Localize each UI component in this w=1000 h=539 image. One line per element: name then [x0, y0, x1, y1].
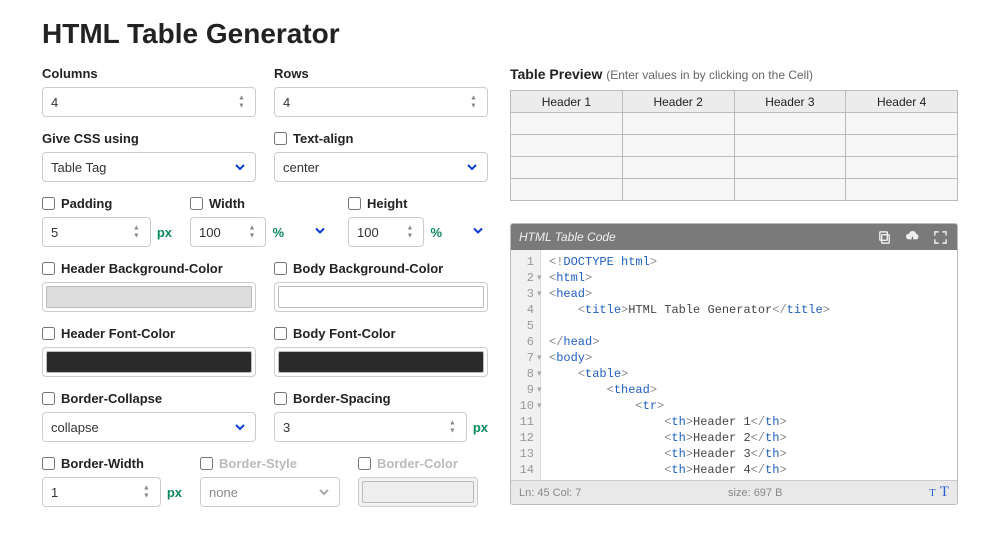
preview-header-cell[interactable]: Header 3 [734, 91, 846, 113]
bodyfont-label: Body Font-Color [293, 326, 396, 341]
file-size: size: 697 B [581, 487, 929, 499]
borderspacing-input[interactable] [274, 412, 467, 442]
download-button[interactable] [903, 228, 921, 246]
preview-cell[interactable] [511, 179, 623, 201]
bordercollapse-checkbox[interactable] [42, 392, 55, 405]
headerfont-swatch[interactable] [46, 351, 252, 373]
borderstyle-label: Border-Style [219, 456, 297, 471]
width-label: Width [209, 196, 245, 211]
preview-title: Table Preview [510, 66, 602, 82]
bodyfont-checkbox[interactable] [274, 327, 287, 340]
columns-label: Columns [42, 66, 256, 81]
cssusing-label: Give CSS using [42, 131, 256, 146]
borderwidth-checkbox[interactable] [42, 457, 55, 470]
preview-cell[interactable] [846, 157, 958, 179]
stepper-icon[interactable]: ▲▼ [470, 95, 482, 110]
bordercollapse-label: Border-Collapse [61, 391, 162, 406]
width-checkbox[interactable] [190, 197, 203, 210]
height-checkbox[interactable] [348, 197, 361, 210]
page-title: HTML Table Generator [42, 18, 958, 50]
preview-cell[interactable] [622, 179, 734, 201]
expand-button[interactable] [931, 228, 949, 246]
chevron-down-icon [314, 225, 326, 240]
textalign-label: Text-align [293, 131, 353, 146]
preview-header-cell[interactable]: Header 2 [622, 91, 734, 113]
preview-header-cell[interactable]: Header 4 [846, 91, 958, 113]
height-unit: % [430, 225, 442, 240]
bodybg-swatch[interactable] [278, 286, 484, 308]
code-title: HTML Table Code [519, 230, 865, 244]
preview-cell[interactable] [511, 113, 623, 135]
stepper-icon[interactable]: ▲▼ [248, 225, 260, 240]
borderspacing-unit: px [473, 420, 488, 435]
stepper-icon[interactable]: ▲▼ [133, 225, 145, 240]
preview-cell[interactable] [622, 157, 734, 179]
columns-input[interactable] [42, 87, 256, 117]
copy-button[interactable] [875, 228, 893, 246]
preview-cell[interactable] [622, 113, 734, 135]
width-unit: % [272, 225, 284, 240]
headerbg-label: Header Background-Color [61, 261, 223, 276]
borderspacing-checkbox[interactable] [274, 392, 287, 405]
headerbg-swatch[interactable] [46, 286, 252, 308]
bordercolor-label: Border-Color [377, 456, 458, 471]
padding-checkbox[interactable] [42, 197, 55, 210]
preview-cell[interactable] [846, 179, 958, 201]
cursor-position: Ln: 45 Col: 7 [519, 487, 581, 499]
borderstyle-checkbox[interactable] [200, 457, 213, 470]
textsize-small-button[interactable]: T [929, 487, 936, 499]
textalign-checkbox[interactable] [274, 132, 287, 145]
textalign-select[interactable] [274, 152, 488, 182]
bodyfont-swatch[interactable] [278, 351, 484, 373]
preview-cell[interactable] [511, 157, 623, 179]
headerfont-label: Header Font-Color [61, 326, 175, 341]
bordercolor-checkbox[interactable] [358, 457, 371, 470]
bordercollapse-select[interactable] [42, 412, 256, 442]
bodybg-label: Body Background-Color [293, 261, 443, 276]
headerfont-checkbox[interactable] [42, 327, 55, 340]
headerbg-checkbox[interactable] [42, 262, 55, 275]
preview-cell[interactable] [734, 135, 846, 157]
padding-label: Padding [61, 196, 112, 211]
cssusing-select[interactable] [42, 152, 256, 182]
bordercolor-swatch[interactable] [362, 481, 474, 503]
stepper-icon[interactable]: ▲▼ [238, 95, 250, 110]
textsize-large-button[interactable]: T [940, 484, 949, 501]
stepper-icon[interactable]: ▲▼ [406, 225, 418, 240]
padding-unit: px [157, 225, 172, 240]
borderstyle-select[interactable] [200, 477, 340, 507]
bodybg-checkbox[interactable] [274, 262, 287, 275]
preview-cell[interactable] [511, 135, 623, 157]
rows-label: Rows [274, 66, 488, 81]
borderwidth-label: Border-Width [61, 456, 144, 471]
height-label: Height [367, 196, 407, 211]
preview-cell[interactable] [734, 157, 846, 179]
preview-cell[interactable] [846, 113, 958, 135]
preview-cell[interactable] [734, 113, 846, 135]
borderwidth-unit: px [167, 485, 182, 500]
code-editor[interactable]: <!DOCTYPE html><html><head> <title>HTML … [541, 250, 838, 480]
stepper-icon[interactable]: ▲▼ [449, 420, 461, 435]
preview-table[interactable]: Header 1Header 2Header 3Header 4 [510, 90, 958, 201]
stepper-icon[interactable]: ▲▼ [143, 485, 155, 500]
borderspacing-label: Border-Spacing [293, 391, 391, 406]
preview-hint: (Enter values in by clicking on the Cell… [606, 68, 813, 82]
chevron-down-icon [472, 225, 484, 240]
rows-input[interactable] [274, 87, 488, 117]
preview-cell[interactable] [734, 179, 846, 201]
code-panel: HTML Table Code 123456789101112131415 <!… [510, 223, 958, 505]
preview-header-cell[interactable]: Header 1 [511, 91, 623, 113]
preview-cell[interactable] [622, 135, 734, 157]
preview-cell[interactable] [846, 135, 958, 157]
